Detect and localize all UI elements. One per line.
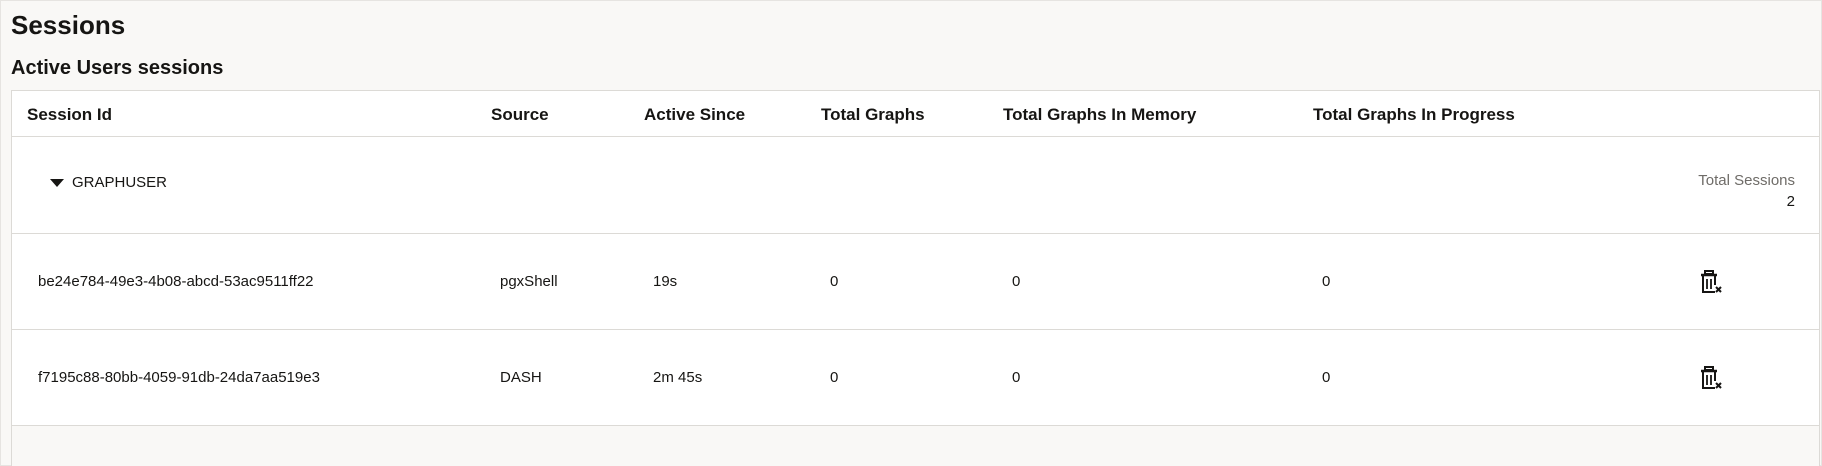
- session-id-cell[interactable]: f7195c88-80bb-4059-91db-24da7aa519e3: [38, 368, 320, 388]
- group-row-graphuser: GRAPHUSER Total Sessions 2: [12, 137, 1819, 234]
- table-header-row: Session Id Source Active Since Total Gra…: [12, 91, 1819, 137]
- table-row: f7195c88-80bb-4059-91db-24da7aa519e3 DAS…: [12, 330, 1819, 426]
- delete-session-icon: [1701, 366, 1722, 389]
- session-id-cell[interactable]: be24e784-49e3-4b08-abcd-53ac9511ff22: [38, 272, 314, 292]
- total-sessions-summary: Total Sessions 2: [1698, 170, 1795, 212]
- total-graphs-cell: 0: [830, 369, 839, 386]
- column-header-total-graphs[interactable]: Total Graphs: [821, 105, 925, 125]
- column-header-session-id[interactable]: Session Id: [27, 105, 112, 125]
- delete-session-button[interactable]: [1696, 363, 1726, 393]
- section-title: Active Users sessions: [11, 57, 224, 79]
- column-header-source[interactable]: Source: [491, 105, 549, 125]
- page-title: Sessions: [11, 10, 126, 40]
- total-graphs-in-progress-cell: 0: [1322, 273, 1331, 290]
- total-graphs-in-memory-cell: 0: [1012, 369, 1021, 386]
- active-since-cell: 19s: [653, 273, 678, 290]
- total-graphs-in-memory-cell: 0: [1012, 273, 1021, 290]
- source-cell: pgxShell: [500, 273, 558, 290]
- column-header-total-graphs-in-memory[interactable]: Total Graphs In Memory: [1003, 105, 1196, 125]
- source-cell: DASH: [500, 369, 542, 386]
- group-expand-toggle[interactable]: GRAPHUSER: [50, 173, 167, 193]
- total-graphs-in-progress-cell: 0: [1322, 369, 1331, 386]
- delete-session-icon: [1701, 270, 1722, 293]
- column-header-total-graphs-in-progress[interactable]: Total Graphs In Progress: [1313, 105, 1515, 125]
- group-name: GRAPHUSER: [72, 174, 168, 191]
- active-since-cell: 2m 45s: [653, 369, 703, 386]
- total-sessions-value: 2: [1786, 193, 1795, 210]
- column-header-active-since[interactable]: Active Since: [644, 105, 745, 125]
- sessions-table: Session Id Source Active Since Total Gra…: [11, 90, 1820, 466]
- delete-session-button[interactable]: [1696, 267, 1726, 297]
- total-graphs-cell: 0: [830, 273, 839, 290]
- table-row: be24e784-49e3-4b08-abcd-53ac9511ff22 pgx…: [12, 234, 1819, 330]
- total-sessions-label: Total Sessions: [1698, 172, 1795, 189]
- caret-down-icon: [50, 179, 64, 187]
